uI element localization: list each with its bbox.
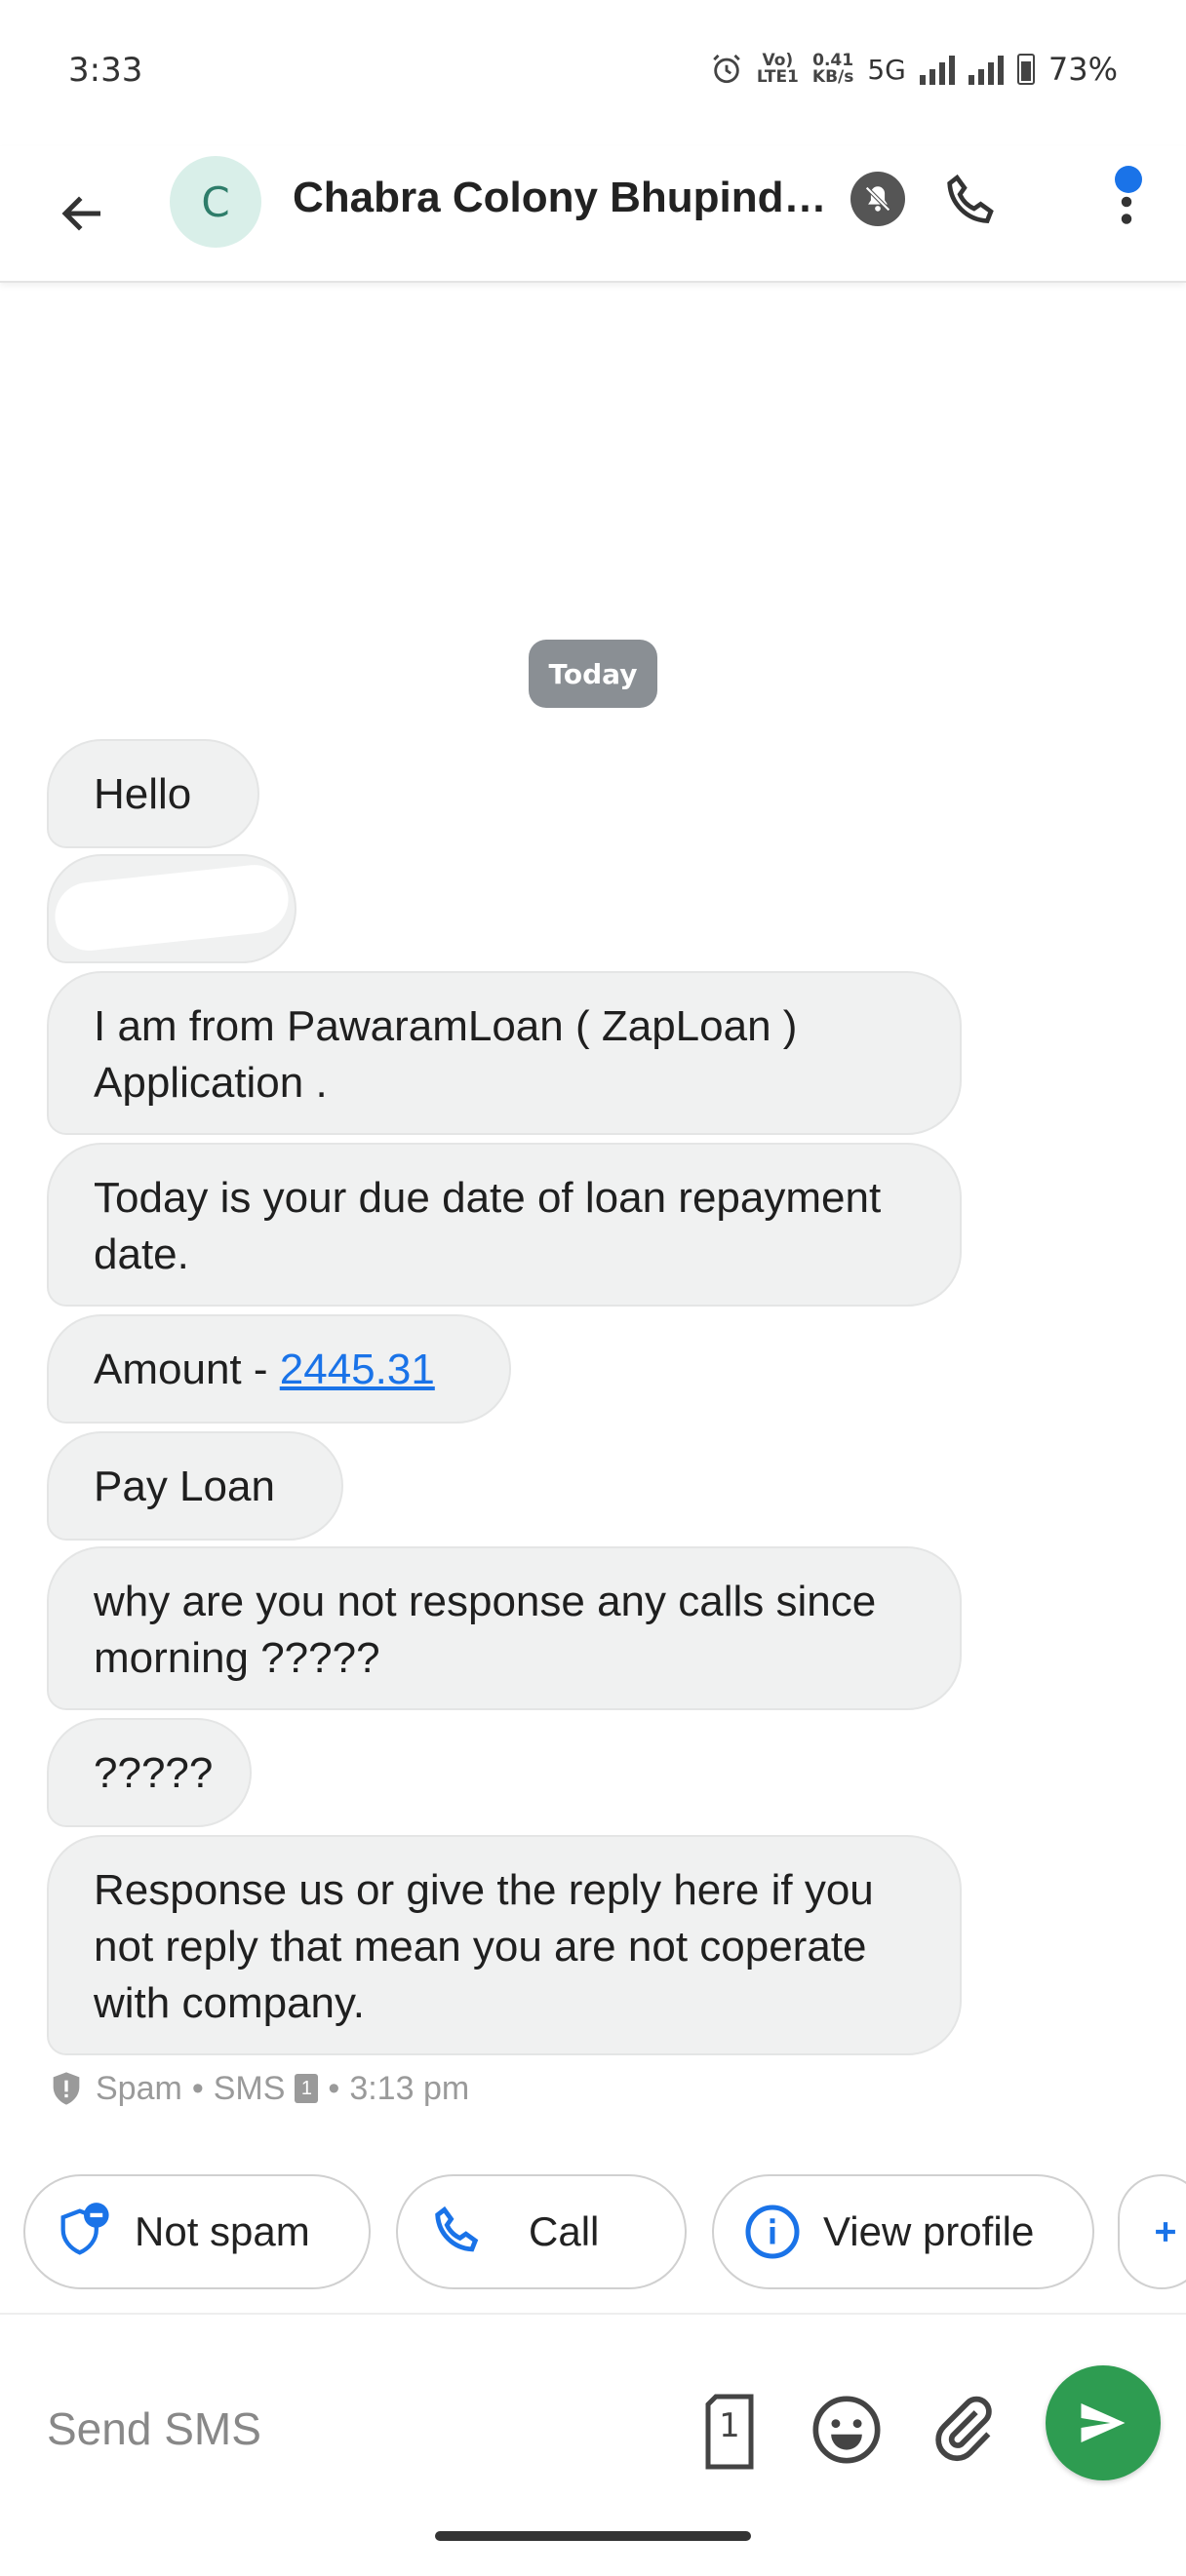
sim-icon: 1 <box>295 2074 319 2103</box>
message-bubble[interactable]: ????? <box>47 1718 252 1827</box>
message-input[interactable]: Send SMS <box>47 2402 261 2455</box>
message-bubble[interactable]: Response us or give the reply here if yo… <box>47 1835 962 2055</box>
message-meta: Spam • SMS 1 • 3:13 pm <box>47 2067 469 2110</box>
message-time: 3:13 pm <box>349 2069 470 2107</box>
send-button[interactable] <box>1046 2365 1161 2480</box>
status-time: 3:33 <box>68 51 143 90</box>
redaction-smear <box>51 861 293 955</box>
spam-shield-icon <box>53 2072 80 2105</box>
emoji-button[interactable] <box>810 2393 888 2471</box>
not-spam-button[interactable]: Not spam <box>23 2174 371 2289</box>
message-bubble[interactable]: Pay Loan <box>47 1431 343 1541</box>
send-icon <box>1081 2403 1126 2442</box>
suggestion-chips: Not spam Call View profile <box>0 2174 1186 2291</box>
channel-label: SMS <box>213 2069 286 2107</box>
message-bubble[interactable]: Hello <box>47 739 259 848</box>
back-arrow-icon <box>61 196 100 231</box>
phone-icon <box>435 2205 479 2252</box>
attach-button[interactable] <box>927 2391 1005 2469</box>
date-divider: Today <box>529 640 657 708</box>
status-bar: 3:33 Vo) LTE1 0.41 KB/s 5G 73% <box>0 0 1186 146</box>
add-icon <box>1156 2222 1175 2242</box>
spam-label: Spam <box>96 2069 182 2107</box>
sim-select-button[interactable]: 1 <box>700 2393 759 2471</box>
message-bubble-amount[interactable]: Amount - 2445.31 <box>47 1314 511 1424</box>
amount-link[interactable]: 2445.31 <box>280 1346 435 1393</box>
status-icons: Vo) LTE1 0.41 KB/s 5G 73% <box>710 51 1118 88</box>
emoji-icon <box>812 2396 881 2464</box>
view-profile-button[interactable]: View profile <box>712 2174 1094 2289</box>
app-bar: C Chabra Colony Bhupind… <box>0 146 1186 283</box>
message-bubble-redacted[interactable] <box>47 854 296 963</box>
back-button[interactable] <box>49 179 117 248</box>
network-type: 5G <box>867 53 906 86</box>
more-suggestions-button[interactable] <box>1118 2174 1186 2289</box>
signal-icon <box>919 54 955 85</box>
notification-dot <box>1115 166 1142 193</box>
signal-icon-2 <box>968 54 1004 85</box>
shield-minus-icon <box>60 2203 109 2255</box>
info-icon <box>745 2205 800 2259</box>
contact-name[interactable]: Chabra Colony Bhupind… <box>293 174 827 222</box>
home-indicator <box>435 2531 751 2541</box>
message-bubble[interactable]: Today is your due date of loan repayment… <box>47 1143 962 1307</box>
attachment-icon <box>935 2396 992 2462</box>
contact-avatar[interactable]: C <box>170 156 261 248</box>
phone-icon <box>947 174 994 223</box>
notifications-off-icon[interactable] <box>850 172 905 226</box>
volte-indicator: Vo) LTE1 <box>756 51 799 87</box>
network-speed: 0.41 KB/s <box>811 51 854 87</box>
message-bubble[interactable]: I am from PawaramLoan ( ZapLoan ) Applic… <box>47 971 962 1135</box>
call-button[interactable] <box>938 168 1007 236</box>
battery-icon <box>1016 54 1035 85</box>
alarm-icon <box>713 54 740 84</box>
message-bubble[interactable]: why are you not response any calls since… <box>47 1546 962 1710</box>
battery-percent: 73% <box>1048 51 1118 88</box>
call-suggestion-button[interactable]: Call <box>396 2174 687 2289</box>
